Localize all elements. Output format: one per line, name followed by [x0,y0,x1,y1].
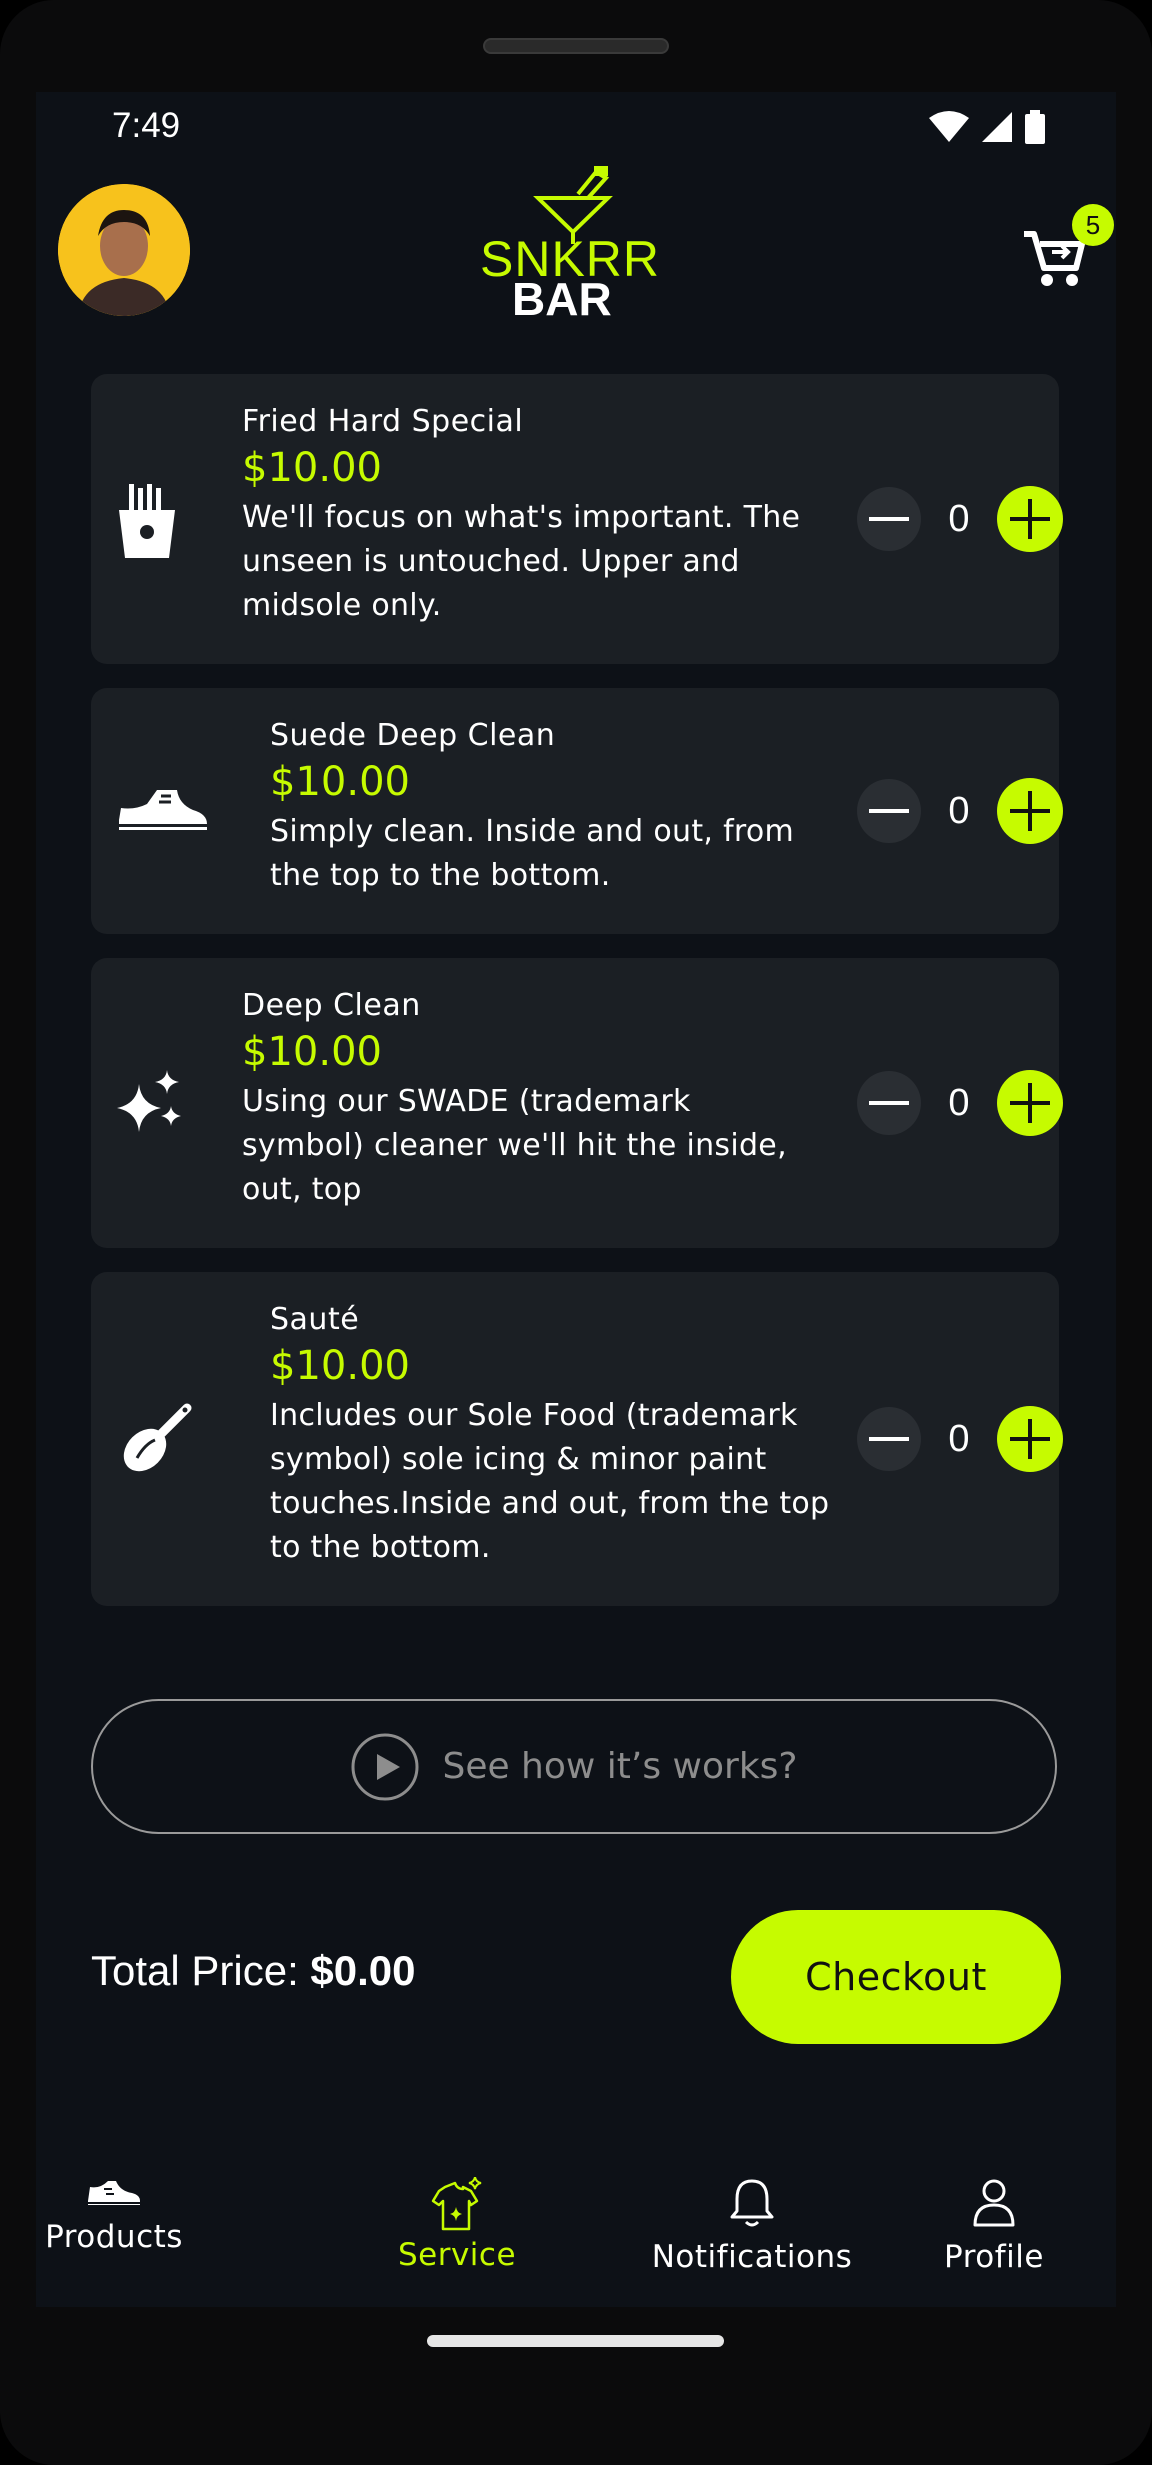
shirt-sparkle-icon [431,2177,482,2231]
decrement-button[interactable] [857,1407,921,1471]
service-card: Sauté $10.00 Includes our Sole Food (tra… [91,1272,1063,1606]
bell-icon [730,2179,774,2227]
nav-products[interactable]: Products [45,2177,182,2255]
total-value: $0.00 [310,1947,416,1994]
quantity-stepper: 0 [857,1070,1063,1136]
increment-button[interactable] [997,1406,1063,1472]
how-it-works-label: See how it’s works? [442,1746,798,1787]
service-title: Fried Hard Special [242,404,524,439]
increment-button[interactable] [997,1070,1063,1136]
service-description: Includes our Sole Food (trademark symbol… [270,1398,830,1565]
service-title: Deep Clean [242,988,421,1023]
shoe-icon [119,790,207,830]
app-screen: 7:49 SNKRR BAR 5 Fried Hard Special $10.… [36,92,1116,2307]
quantity-value: 0 [948,497,970,540]
plus-icon [1010,1419,1050,1459]
service-card: Fried Hard Special $10.00 We'll focus on… [91,374,1063,664]
total-label: Total Price: [91,1947,299,1994]
nav-notifications[interactable]: Notifications [652,2177,852,2275]
how-it-works-button[interactable]: See how it’s works? [91,1699,1057,1834]
service-price: $10.00 [242,1029,382,1075]
quantity-stepper: 0 [857,486,1063,552]
decrement-button[interactable] [857,779,921,843]
nav-label: Service [397,2237,517,2273]
plus-icon [1010,499,1050,539]
phone-speaker [483,38,669,54]
logo-text-bottom: BAR [512,273,612,325]
fries-icon [119,484,175,558]
plus-icon [1010,1083,1050,1123]
brand-logo: SNKRR BAR [480,164,670,322]
increment-button[interactable] [997,778,1063,844]
decrement-button[interactable] [857,1071,921,1135]
signal-icon [982,112,1012,142]
minus-icon [869,809,909,813]
increment-button[interactable] [997,486,1063,552]
sneaker-icon [88,2181,140,2205]
quantity-value: 0 [948,1417,970,1460]
status-time: 7:49 [112,106,181,145]
nav-label: Notifications [651,2239,853,2275]
service-price: $10.00 [270,759,410,805]
checkout-button[interactable]: Checkout [731,1910,1061,2044]
spatula-icon [123,1403,192,1472]
plus-icon [1010,791,1050,831]
service-price: $10.00 [242,445,382,491]
service-price: $10.00 [270,1343,410,1389]
person-icon [973,2179,1015,2227]
minus-icon [869,1101,909,1105]
avatar-photo-icon [58,184,190,316]
quantity-value: 0 [948,789,970,832]
nav-label: Products [45,2219,183,2255]
service-card: Deep Clean $10.00 Using our SWADE (trade… [91,958,1063,1248]
wifi-icon [929,111,969,142]
service-title: Sauté [270,1302,360,1337]
service-description: Simply clean. Inside and out, from the t… [270,814,795,893]
sparkles-icon [117,1070,181,1132]
total-price: Total Price: $0.00 [91,1947,416,1995]
play-icon [351,1733,419,1800]
nav-service[interactable]: Service [397,2177,517,2273]
quantity-stepper: 0 [857,1406,1063,1472]
service-description: We'll focus on what's important. The uns… [242,500,801,623]
avatar[interactable] [58,184,190,316]
service-description: Using our SWADE (trademark symbol) clean… [242,1084,787,1207]
battery-icon [1025,110,1045,144]
service-title: Suede Deep Clean [270,718,556,753]
home-indicator[interactable] [427,2335,724,2347]
quantity-value: 0 [948,1081,970,1124]
minus-icon [869,517,909,521]
minus-icon [869,1437,909,1441]
nav-label: Profile [944,2239,1044,2275]
nav-profile[interactable]: Profile [934,2177,1054,2275]
service-card: Suede Deep Clean $10.00 Simply clean. In… [91,688,1063,934]
cart-count-badge: 5 [1072,204,1114,246]
quantity-stepper: 0 [857,778,1063,844]
decrement-button[interactable] [857,487,921,551]
status-icons [928,110,1046,144]
phone-frame: 7:49 SNKRR BAR 5 Fried Hard Special $10.… [0,0,1152,2465]
